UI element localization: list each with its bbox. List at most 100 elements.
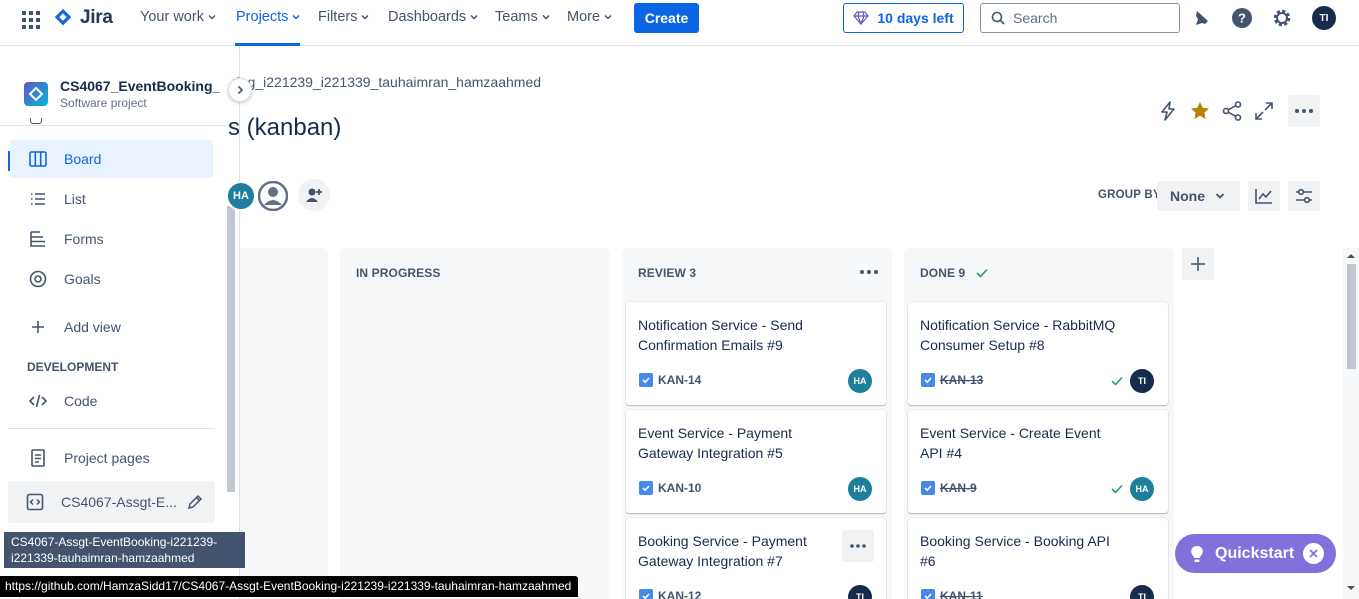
insights-button[interactable] [1248, 181, 1280, 211]
assignee-avatar[interactable]: HA [848, 369, 872, 393]
task-type-icon [639, 481, 653, 495]
sidebar-item-forms[interactable]: Forms [10, 220, 213, 258]
board-column-review: REVIEW 3 Notification Service - Send Con… [622, 248, 892, 599]
assignee-avatar[interactable]: HA [848, 477, 872, 501]
page-icon [31, 449, 45, 467]
chevron-down-icon [292, 14, 300, 20]
nav-your-work[interactable]: Your work [140, 9, 216, 25]
development-section-label: DEVELOPMENT [27, 360, 119, 374]
issue-key[interactable]: KAN-12 [658, 589, 701, 599]
quickstart-close-button[interactable] [1303, 543, 1324, 564]
issue-card[interactable]: Booking Service - Booking API #6 KAN-11 … [908, 518, 1168, 599]
view-settings-button[interactable] [1288, 181, 1320, 211]
issue-key[interactable]: KAN-13 [940, 373, 983, 387]
column-title: IN PROGRESS [356, 266, 441, 280]
sidebar-item-label: CS4067-Assgt-E... [61, 494, 177, 510]
breadcrumb[interactable]: ring_i221239_i221339_tauhaimran_hamzaahm… [232, 74, 541, 90]
nav-label: Filters [318, 9, 358, 25]
nav-projects[interactable]: Projects [236, 9, 300, 25]
project-name: CS4067_EventBooking_i... [60, 78, 220, 94]
search-input[interactable]: Search [980, 3, 1180, 33]
nav-label: More [567, 9, 601, 25]
add-column-button[interactable] [1182, 248, 1214, 280]
nav-dashboards[interactable]: Dashboards [388, 9, 478, 25]
more-horizontal-icon [860, 270, 878, 274]
issue-card[interactable]: Event Service - Create Event API #4 KAN-… [908, 410, 1168, 513]
more-actions-button[interactable] [1288, 95, 1320, 127]
scroll-up-arrow-icon[interactable] [1346, 252, 1356, 260]
card-title: Event Service - Create Event API #4 [920, 425, 1101, 461]
add-view-button[interactable]: Add view [10, 308, 213, 346]
groupby-value: None [1170, 188, 1205, 204]
app-switcher-icon[interactable] [20, 9, 40, 29]
card-title: Event Service - Payment Gateway Integrat… [638, 425, 793, 461]
share-icon[interactable] [1221, 100, 1243, 122]
settings-gear-icon[interactable] [1271, 7, 1293, 29]
edit-pencil-icon[interactable] [185, 492, 205, 512]
assignee-avatar[interactable]: TI [1130, 585, 1154, 599]
help-icon[interactable]: ? [1231, 7, 1253, 29]
more-horizontal-icon [1295, 109, 1313, 113]
board-column-todo [240, 248, 328, 599]
issue-card[interactable]: Notification Service - Send Confirmation… [626, 302, 886, 405]
collapse-sidebar-button[interactable] [228, 78, 252, 102]
active-nav-indicator [235, 43, 300, 46]
sidebar-item-list[interactable]: List [10, 180, 213, 218]
assignee-avatar[interactable]: TI [848, 585, 872, 599]
avatar-filter-ha[interactable]: HA [226, 181, 256, 211]
issue-key[interactable]: KAN-11 [940, 589, 983, 599]
quickstart-label: Quickstart [1215, 544, 1295, 562]
sidebar-scrollbar[interactable] [227, 206, 235, 492]
user-avatar[interactable]: TI [1312, 6, 1336, 30]
assignee-avatar[interactable]: HA [1130, 477, 1154, 501]
issue-card[interactable]: Event Service - Payment Gateway Integrat… [626, 410, 886, 513]
trial-label: 10 days left [877, 10, 954, 26]
sidebar-item-goals[interactable]: Goals [10, 260, 213, 298]
issue-key[interactable]: KAN-14 [658, 373, 701, 387]
nav-more[interactable]: More [567, 9, 612, 25]
assignee-avatar[interactable]: TI [1130, 369, 1154, 393]
column-header: IN PROGRESS [356, 266, 440, 280]
sidebar-item-project-pages[interactable]: Project pages [10, 439, 213, 477]
nav-label: Dashboards [388, 9, 467, 25]
repository-code-icon [26, 493, 44, 511]
card-title: Booking Service - Booking API #6 [920, 533, 1110, 569]
sidebar-item-label: Add view [64, 319, 121, 335]
nav-teams[interactable]: Teams [495, 9, 550, 25]
star-icon[interactable] [1189, 100, 1211, 122]
sidebar-item-label: Goals [64, 271, 101, 287]
card-title: Booking Service - Payment Gateway Integr… [638, 533, 807, 569]
sidebar-item-code[interactable]: Code [10, 382, 213, 420]
lightbulb-icon [1191, 545, 1203, 562]
sidebar-item-board[interactable]: Board [10, 140, 213, 178]
scroll-down-arrow-icon[interactable] [1346, 584, 1356, 592]
project-header[interactable]: CS4067_EventBooking_i... Software projec… [0, 46, 240, 126]
task-type-icon [639, 589, 653, 599]
fullscreen-icon[interactable] [1253, 100, 1275, 122]
column-more-button[interactable] [856, 260, 882, 284]
jira-logo[interactable]: Jira [52, 7, 113, 29]
issue-key[interactable]: KAN-10 [658, 481, 701, 495]
avatar-filter-user[interactable] [256, 179, 290, 213]
issue-card[interactable]: Booking Service - Payment Gateway Integr… [626, 518, 886, 599]
chevron-down-icon [1215, 193, 1225, 199]
groupby-select[interactable]: None [1157, 181, 1240, 211]
card-more-button[interactable] [842, 530, 874, 562]
issue-key[interactable]: KAN-9 [940, 481, 977, 495]
checkmark-icon [976, 268, 988, 278]
add-people-button[interactable] [298, 179, 330, 211]
quickstart-button[interactable]: Quickstart [1175, 534, 1336, 573]
sidebar-item-label: Board [64, 151, 102, 167]
issue-card[interactable]: Notification Service - RabbitMQ Consumer… [908, 302, 1168, 405]
chevron-down-icon [542, 14, 550, 20]
search-icon [991, 11, 1005, 25]
board-scrollbar-thumb[interactable] [1347, 264, 1356, 369]
create-button[interactable]: Create [634, 3, 699, 33]
scrolled-item-icon [30, 118, 42, 124]
notifications-icon[interactable] [1191, 7, 1213, 29]
automation-lightning-icon[interactable] [1157, 100, 1179, 122]
nav-filters[interactable]: Filters [318, 9, 370, 25]
repository-tooltip: CS4067-Assgt-EventBooking-i221239-i22133… [4, 532, 245, 568]
trial-button[interactable]: 10 days left [843, 3, 964, 33]
sidebar-item-repository[interactable]: CS4067-Assgt-E... [8, 481, 215, 523]
